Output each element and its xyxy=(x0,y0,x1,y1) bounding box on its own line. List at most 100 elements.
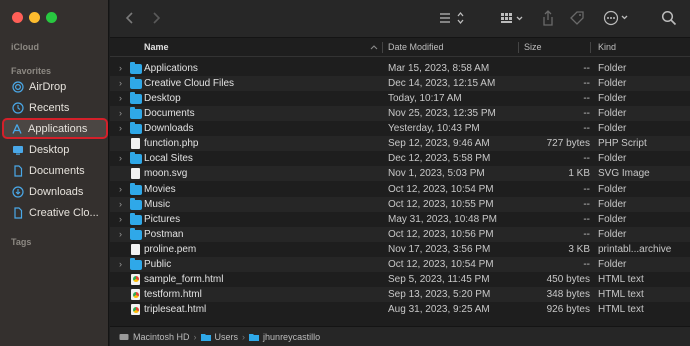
table-row[interactable]: › Documents Nov 25, 2023, 12:35 PM -- Folder xyxy=(110,106,690,122)
file-date-modified: May 31, 2023, 10:48 PM xyxy=(388,213,497,225)
column-name[interactable]: Name xyxy=(144,38,169,57)
file-name: Public xyxy=(144,258,172,270)
file-date-modified: Yesterday, 10:43 PM xyxy=(388,123,480,135)
table-row[interactable]: › Desktop Today, 10:17 AM -- Folder xyxy=(110,91,690,106)
sidebar-item-label: Desktop xyxy=(29,143,70,156)
disclosure-chevron-icon[interactable]: › xyxy=(119,78,122,88)
table-row[interactable]: moon.svg Nov 1, 2023, 5:03 PM 1 KB SVG Imag… xyxy=(110,166,690,182)
window-controls xyxy=(12,12,57,23)
table-row[interactable]: › Downloads Yesterday, 10:43 PM -- Folder xyxy=(110,121,690,136)
file-size: -- xyxy=(583,228,590,240)
share-button[interactable] xyxy=(540,9,556,29)
table-row[interactable]: › Postman Oct 12, 2023, 10:56 PM -- Folder xyxy=(110,226,690,242)
file-size: -- xyxy=(583,183,590,195)
disclosure-chevron-icon[interactable]: › xyxy=(119,153,122,163)
table-row[interactable]: function.php Sep 12, 2023, 9:46 AM 727 byt… xyxy=(110,136,690,152)
folder-icon xyxy=(130,152,142,165)
sidebar-item-applications[interactable]: Applications xyxy=(2,118,108,139)
file-icon xyxy=(12,206,24,219)
table-row[interactable]: proline.pem Nov 17, 2023, 3:56 PM 3 KB prin… xyxy=(110,242,690,257)
file-name: function.php xyxy=(144,138,199,150)
sidebar-item-documents[interactable]: Documents xyxy=(8,161,105,180)
disclosure-chevron-icon[interactable]: › xyxy=(119,214,122,224)
sidebar-section-tags[interactable]: Tags xyxy=(11,237,31,247)
column-kind[interactable]: Kind xyxy=(598,38,616,57)
table-row[interactable]: › Applications Mar 15, 2023, 8:58 AM -- Fold… xyxy=(110,61,690,76)
file-kind: SVG Image xyxy=(598,168,650,180)
zoom-button[interactable] xyxy=(46,12,57,23)
sidebar-item-airdrop[interactable]: AirDrop xyxy=(8,77,105,96)
disclosure-chevron-icon[interactable]: › xyxy=(119,229,122,239)
file-kind: Folder xyxy=(598,93,627,105)
file-date-modified: Sep 12, 2023, 9:46 AM xyxy=(388,138,490,150)
file-name: testform.html xyxy=(144,289,202,301)
folder-icon xyxy=(130,92,142,105)
table-row[interactable]: testform.html Sep 13, 2023, 5:20 PM 348 by… xyxy=(110,287,690,303)
file-size: 727 bytes xyxy=(546,138,590,150)
sidebar-item-downloads[interactable]: Downloads xyxy=(8,182,105,201)
html-file-icon xyxy=(130,304,142,316)
sidebar-item-creative-cloud[interactable]: Creative Clo... xyxy=(8,203,105,222)
table-row[interactable]: › Music Oct 12, 2023, 10:55 PM -- Folder xyxy=(110,196,690,212)
view-mode-button[interactable] xyxy=(436,9,468,29)
grid-icon xyxy=(499,11,527,28)
folder-icon xyxy=(130,182,142,195)
path-segment[interactable]: jhunreycastillo xyxy=(263,332,320,342)
file-kind: HTML text xyxy=(598,289,644,301)
group-button[interactable] xyxy=(498,9,528,29)
disclosure-chevron-icon[interactable]: › xyxy=(119,123,122,133)
document-icon xyxy=(12,164,24,177)
disclosure-chevron-icon[interactable]: › xyxy=(119,63,122,73)
file-size: 3 KB xyxy=(568,243,590,255)
table-row[interactable]: › Pictures May 31, 2023, 10:48 PM -- Folder xyxy=(110,212,690,227)
airdrop-icon xyxy=(12,80,24,93)
path-segment[interactable]: Users xyxy=(215,332,239,342)
table-row[interactable]: › Public Oct 12, 2023, 10:54 PM -- Folder xyxy=(110,256,690,272)
sidebar-section-favorites[interactable]: Favorites xyxy=(11,66,51,76)
file-kind: Folder xyxy=(598,123,627,135)
tag-button[interactable] xyxy=(568,9,586,29)
file-date-modified: Dec 12, 2023, 5:58 PM xyxy=(388,153,491,165)
table-row[interactable]: › Movies Oct 12, 2023, 10:54 PM -- Folder xyxy=(110,182,690,197)
finder-window: iCloud Favorites AirDrop Recents Applica… xyxy=(0,0,690,346)
table-row[interactable]: sample_form.html Sep 5, 2023, 11:45 PM 450… xyxy=(110,272,690,287)
file-name: Creative Cloud Files xyxy=(144,78,235,90)
file-date-modified: Sep 13, 2023, 5:20 PM xyxy=(388,289,491,301)
table-row[interactable]: › Creative Cloud Files Dec 14, 2023, 12:15… xyxy=(110,76,690,92)
column-date-modified[interactable]: Date Modified xyxy=(388,38,444,57)
file-size: -- xyxy=(583,198,590,210)
close-button[interactable] xyxy=(12,12,23,23)
minimize-button[interactable] xyxy=(29,12,40,23)
file-kind: Folder xyxy=(598,153,627,165)
applications-icon xyxy=(11,123,23,135)
sidebar: iCloud Favorites AirDrop Recents Applica… xyxy=(0,0,109,346)
back-button[interactable] xyxy=(122,9,138,29)
folder-icon xyxy=(130,107,142,120)
desktop-icon xyxy=(12,144,24,156)
sidebar-item-desktop[interactable]: Desktop xyxy=(8,140,105,159)
sidebar-item-recents[interactable]: Recents xyxy=(8,98,105,117)
column-size[interactable]: Size xyxy=(524,38,542,57)
path-segment[interactable]: Macintosh HD xyxy=(133,332,190,342)
html-file-icon xyxy=(130,289,142,301)
file-name: Postman xyxy=(144,228,184,240)
file-kind: Folder xyxy=(598,198,627,210)
sidebar-section-icloud[interactable]: iCloud xyxy=(11,42,39,52)
share-icon xyxy=(542,9,554,29)
forward-button[interactable] xyxy=(148,9,164,29)
table-row[interactable]: tripleseat.html Aug 31, 2023, 9:25 AM 926 … xyxy=(110,302,690,317)
chevron-right-icon: › xyxy=(193,331,197,342)
disclosure-chevron-icon[interactable]: › xyxy=(119,184,122,194)
disclosure-chevron-icon[interactable]: › xyxy=(119,259,122,269)
file-date-modified: Nov 25, 2023, 12:35 PM xyxy=(388,108,496,120)
path-bar: Macintosh HD › Users › jhunreycastillo xyxy=(110,326,690,346)
chevron-left-icon xyxy=(125,11,135,28)
table-row[interactable]: › Local Sites Dec 12, 2023, 5:58 PM -- Folde… xyxy=(110,151,690,166)
file-date-modified: Nov 17, 2023, 3:56 PM xyxy=(388,243,491,255)
action-menu-button[interactable] xyxy=(602,9,632,29)
sort-indicator xyxy=(370,38,378,57)
disclosure-chevron-icon[interactable]: › xyxy=(119,93,122,103)
disclosure-chevron-icon[interactable]: › xyxy=(119,108,122,118)
disclosure-chevron-icon[interactable]: › xyxy=(119,199,122,209)
search-button[interactable] xyxy=(660,9,678,29)
